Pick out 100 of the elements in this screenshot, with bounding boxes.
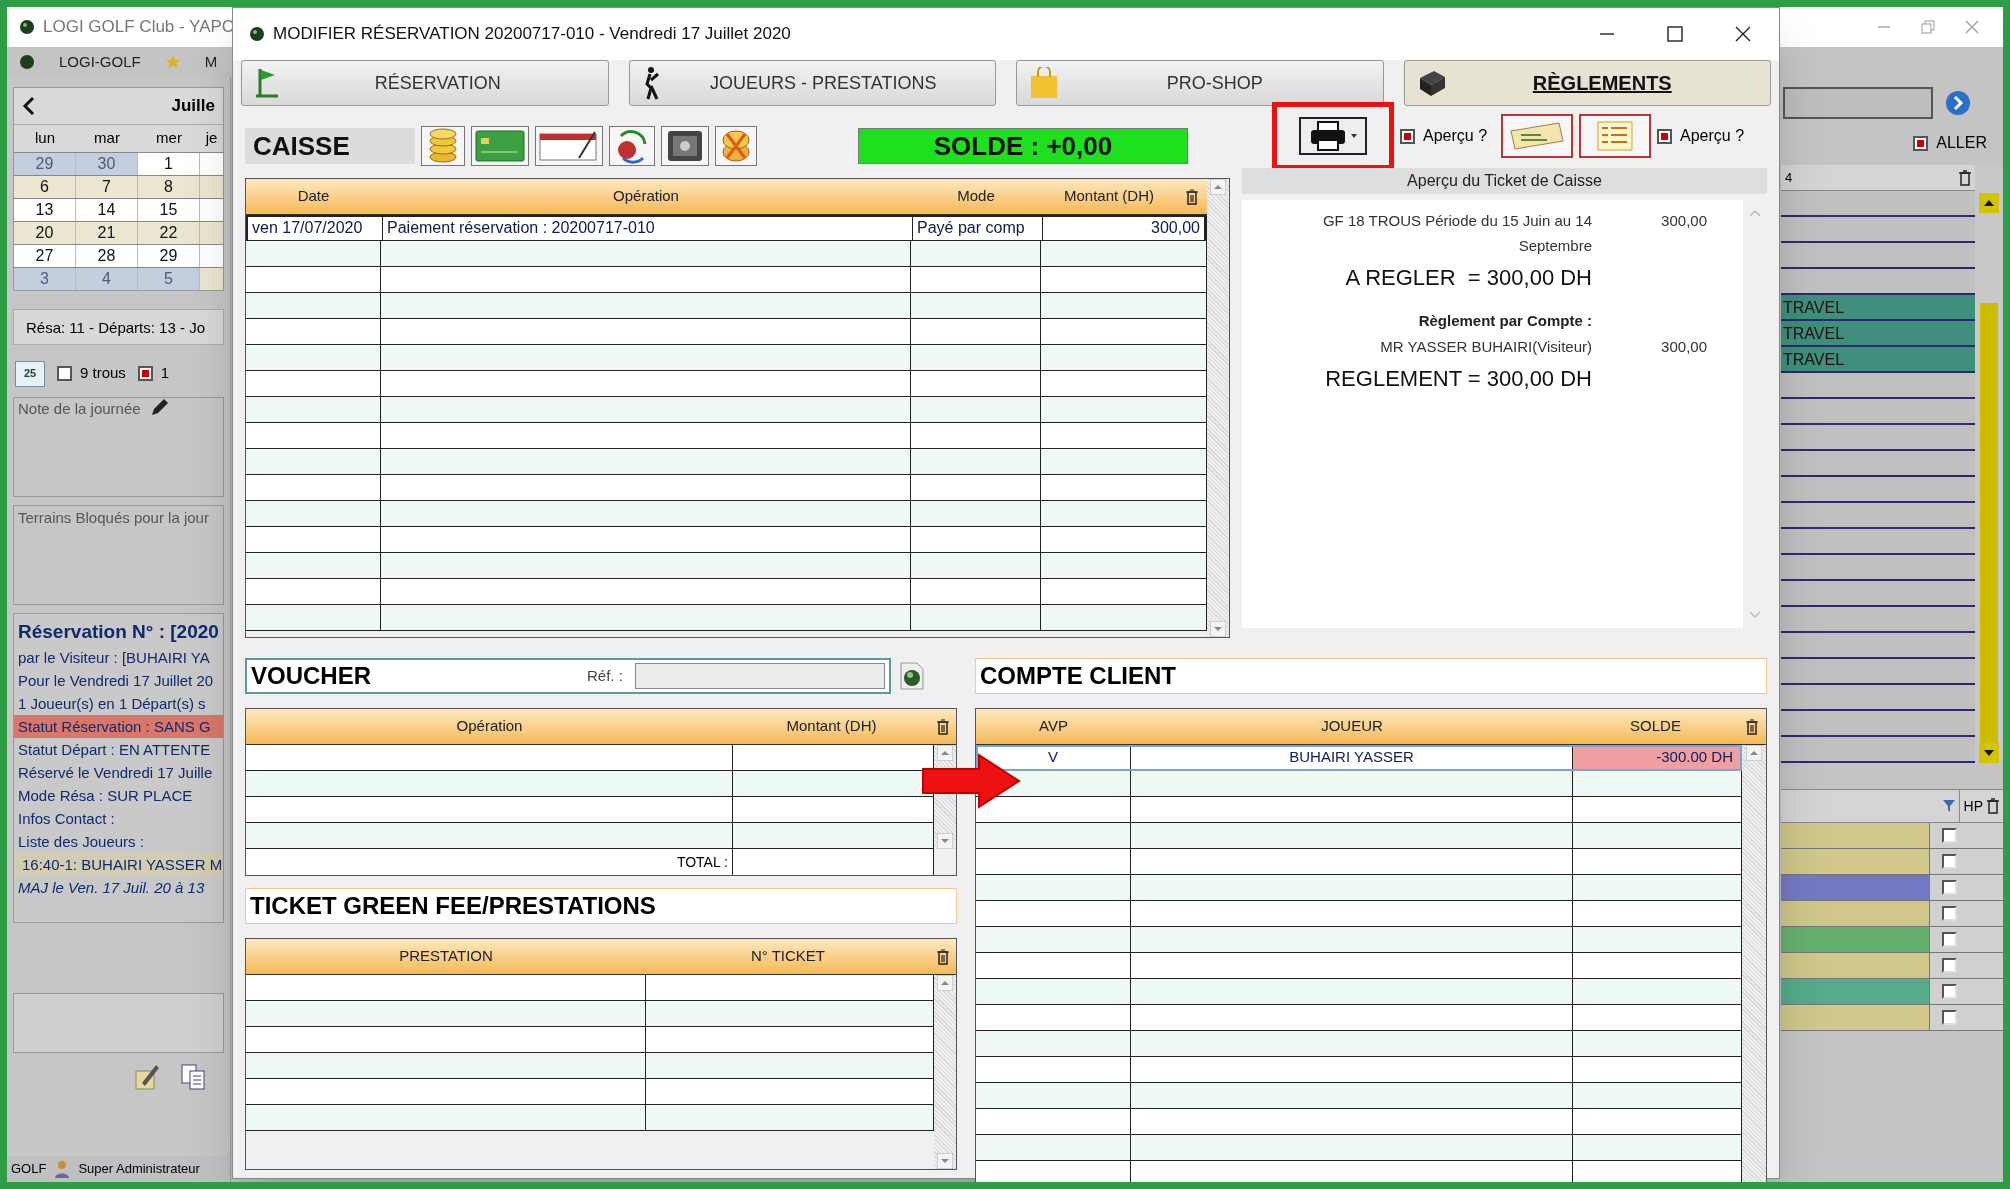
- column-header[interactable]: JOUEUR: [1131, 715, 1573, 738]
- calendar-day[interactable]: 6: [14, 175, 76, 198]
- tab[interactable]: JOUEURS - PRESTATIONS: [628, 60, 996, 106]
- grid-row[interactable]: [1781, 555, 1975, 581]
- grid-row[interactable]: [1781, 529, 1975, 555]
- checkbox[interactable]: [137, 366, 153, 381]
- tab[interactable]: RÈGLEMENTS: [1403, 60, 1771, 106]
- scrollbar-thumb[interactable]: [1980, 303, 1998, 743]
- trash-icon[interactable]: [937, 718, 949, 735]
- colored-row[interactable]: [1781, 901, 1929, 926]
- checkbox[interactable]: [1657, 128, 1673, 144]
- grid-row[interactable]: [1781, 711, 1975, 737]
- calendar-day[interactable]: 1: [138, 152, 200, 175]
- colored-row[interactable]: [1781, 875, 1929, 900]
- tab[interactable]: RÉSERVATION: [241, 60, 609, 106]
- scrollbar[interactable]: [1742, 745, 1766, 1182]
- list-button[interactable]: [1579, 114, 1652, 158]
- calendar-day[interactable]: 13: [14, 198, 76, 221]
- grid-row[interactable]: [1781, 607, 1975, 633]
- checkbox[interactable]: [1942, 854, 1957, 869]
- chevron-left-icon[interactable]: [22, 96, 36, 116]
- colored-row[interactable]: [1781, 849, 1929, 874]
- checkbox[interactable]: [1942, 958, 1957, 973]
- column-header[interactable]: PRESTATION: [246, 945, 646, 968]
- filter-icon[interactable]: [1942, 800, 1955, 812]
- grid-row[interactable]: TRAVEL: [1781, 347, 1975, 373]
- colored-row[interactable]: [1781, 1005, 1929, 1030]
- calendar-day[interactable]: 7: [76, 175, 138, 198]
- grid-row[interactable]: [1781, 269, 1975, 295]
- calendar-day[interactable]: 15: [138, 198, 200, 221]
- ticket-button[interactable]: [1501, 114, 1574, 158]
- colored-row[interactable]: [1781, 927, 1929, 952]
- trash-icon[interactable]: [1987, 798, 1999, 814]
- trash-icon[interactable]: [1746, 718, 1758, 735]
- calendar-day[interactable]: 22: [138, 221, 200, 244]
- calendar-day[interactable]: 30: [76, 152, 138, 175]
- search-field[interactable]: [1783, 87, 1933, 119]
- calendar-day[interactable]: 20: [14, 221, 76, 244]
- grid-row[interactable]: [1781, 633, 1975, 659]
- menu-item[interactable]: LOGI-GOLF: [59, 50, 141, 74]
- checkbox[interactable]: [1942, 880, 1957, 895]
- grid-row[interactable]: [1781, 373, 1975, 399]
- checkbox[interactable]: [57, 366, 72, 381]
- trash-icon[interactable]: [1186, 188, 1198, 205]
- grid-row[interactable]: [1781, 503, 1975, 529]
- grid-row[interactable]: [1781, 451, 1975, 477]
- checkbox[interactable]: [1400, 128, 1415, 144]
- grid-row[interactable]: [1781, 243, 1975, 269]
- tab[interactable]: PRO-SHOP: [1016, 60, 1384, 106]
- column-header[interactable]: Opération: [246, 715, 733, 738]
- column-header[interactable]: Mode: [911, 185, 1041, 208]
- colored-row[interactable]: [1781, 953, 1929, 978]
- column-header[interactable]: Opération: [381, 185, 911, 208]
- colored-row[interactable]: [1781, 979, 1929, 1004]
- scroll-up-icon[interactable]: [1979, 193, 1999, 213]
- grid-row[interactable]: [1781, 425, 1975, 451]
- calendar-day[interactable]: 3: [14, 267, 76, 290]
- card-icon[interactable]: [475, 128, 525, 164]
- table-row[interactable]: V BUHAIRI YASSER -300.00 DH: [976, 745, 1742, 771]
- grid-row[interactable]: TRAVEL: [1781, 295, 1975, 321]
- checkbox[interactable]: [1942, 906, 1957, 921]
- column-header[interactable]: Montant (DH): [1041, 185, 1177, 208]
- checkbox[interactable]: [1942, 1010, 1957, 1025]
- safe-icon[interactable]: [665, 128, 705, 164]
- column-header[interactable]: Montant (DH): [733, 715, 930, 738]
- calendar-day[interactable]: 5: [138, 267, 200, 290]
- calendar-day[interactable]: 29: [14, 152, 76, 175]
- column-header[interactable]: Date: [246, 185, 381, 208]
- grid-row[interactable]: [1781, 399, 1975, 425]
- grid-row[interactable]: [1781, 191, 1975, 217]
- grid-row[interactable]: [1781, 685, 1975, 711]
- checkbox[interactable]: [1942, 828, 1957, 843]
- column-header[interactable]: SOLDE: [1573, 715, 1738, 738]
- globe-document-icon[interactable]: [898, 661, 925, 691]
- reference-field[interactable]: [634, 663, 885, 689]
- arrow-right-circle-icon[interactable]: [1945, 90, 1971, 116]
- calendar-day[interactable]: 28: [76, 244, 138, 267]
- checkbox[interactable]: [1913, 135, 1929, 151]
- grid-row[interactable]: [1781, 217, 1975, 243]
- menu-item[interactable]: M: [204, 50, 218, 74]
- calendar-day[interactable]: 8: [138, 175, 200, 198]
- calendar-day[interactable]: 14: [76, 198, 138, 221]
- calendar-day[interactable]: 27: [14, 244, 76, 267]
- grid-row[interactable]: [1781, 737, 1975, 763]
- calendar-day[interactable]: 4: [76, 267, 138, 290]
- pen-paper-icon[interactable]: [134, 1062, 160, 1091]
- checkbox[interactable]: [1942, 932, 1957, 947]
- calendar-day[interactable]: 29: [138, 244, 200, 267]
- grid-row[interactable]: [1781, 477, 1975, 503]
- calendar-day[interactable]: 21: [76, 221, 138, 244]
- trash-icon[interactable]: [937, 948, 949, 965]
- grid-row[interactable]: TRAVEL: [1781, 321, 1975, 347]
- scroll-down-icon[interactable]: [1979, 743, 1999, 763]
- column-header[interactable]: N° TICKET: [646, 945, 930, 968]
- colored-row[interactable]: [1781, 823, 1929, 848]
- cancel-coins-icon[interactable]: [719, 128, 753, 164]
- grid-row[interactable]: [1781, 659, 1975, 685]
- close-icon[interactable]: [1735, 26, 1751, 42]
- documents-icon[interactable]: [180, 1062, 206, 1091]
- maximize-icon[interactable]: [1667, 26, 1683, 42]
